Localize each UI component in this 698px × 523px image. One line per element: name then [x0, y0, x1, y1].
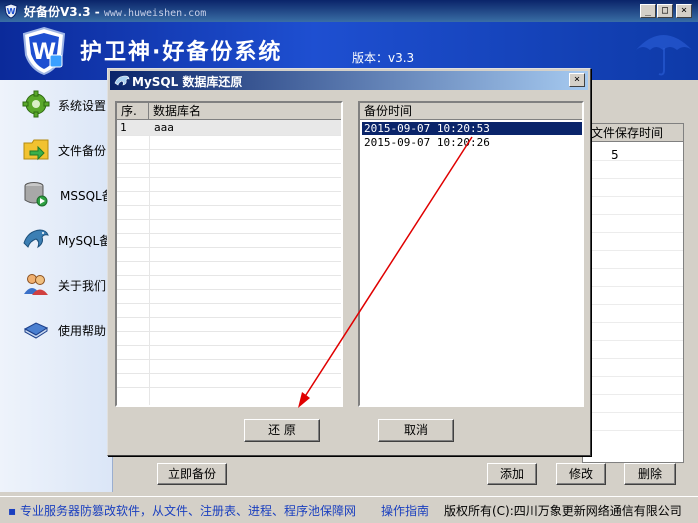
maximize-button[interactable]: □ — [657, 4, 673, 18]
sidebar-item-label: 关于我们 — [58, 279, 107, 293]
mysql-restore-dialog: MySQL 数据库还原 × 序. 数据库名 1 aaa 备份时间 2015-09… — [107, 68, 591, 456]
delete-button[interactable]: 删除 — [624, 463, 676, 485]
sidebar-item-about[interactable]: 关于我们 — [0, 264, 112, 304]
window-title: 好备份V3.3 - www.huweishen.com — [24, 5, 207, 19]
version-label: 版本：v3.3 — [352, 51, 415, 65]
folder-icon — [23, 139, 49, 161]
backup-time-row[interactable]: 2015-09-07 10:20:26 — [364, 136, 490, 149]
users-icon — [24, 274, 48, 295]
promo-text: ▪ 专业服务器防篡改软件，从文件、注册表、进程、程序池保障网 — [8, 504, 356, 518]
sidebar: 系统设置 文件备份 MSSQL备份 MySQL备份 关于我们 使用帮助 — [0, 80, 126, 492]
gear-icon — [22, 90, 50, 118]
title-bar[interactable]: W 好备份V3.3 - www.huweishen.com _ □ × — [0, 0, 698, 22]
sidebar-item-help[interactable]: 使用帮助 — [0, 309, 112, 349]
column-header-db-name[interactable]: 数据库名 — [149, 103, 341, 120]
dolphin-icon — [23, 229, 49, 249]
cancel-button[interactable]: 取消 — [378, 419, 454, 442]
dialog-title-bar[interactable]: MySQL 数据库还原 × — [110, 71, 588, 90]
sidebar-item-label: 文件备份 — [58, 144, 107, 158]
database-icon — [24, 182, 48, 207]
edit-button[interactable]: 修改 — [556, 463, 606, 485]
sidebar-item-mysql-backup[interactable]: MySQL备份 — [0, 219, 123, 259]
sidebar-item-settings[interactable]: 系统设置 — [0, 84, 112, 124]
add-button[interactable]: 添加 — [487, 463, 537, 485]
app-shield-icon: W — [4, 3, 18, 19]
copyright-text: 版权所有(C):四川万象更新网络通信有限公司 — [444, 504, 682, 518]
sidebar-item-file-backup[interactable]: 文件备份 — [0, 129, 112, 169]
minimize-button[interactable]: _ — [640, 4, 656, 18]
database-list[interactable]: 序. 数据库名 1 aaa — [115, 101, 343, 407]
backup-time-row[interactable]: 2015-09-07 10:20:53 — [364, 122, 490, 135]
book-icon — [23, 322, 49, 339]
shield-logo-icon: W — [22, 26, 66, 76]
list-column-header: 文件保存时间 — [583, 124, 683, 142]
backup-time-list[interactable]: 备份时间 2015-09-07 10:20:53 2015-09-07 10:2… — [358, 101, 584, 407]
sidebar-item-label: 系统设置 — [58, 99, 107, 113]
db-row-index: 1 — [120, 121, 127, 134]
dialog-close-button[interactable]: × — [569, 73, 585, 87]
guide-link[interactable]: 操作指南 — [381, 502, 429, 519]
backup-now-button[interactable]: 立即备份 — [157, 463, 227, 485]
backup-task-list[interactable]: 文件保存时间 5 — [582, 123, 684, 463]
svg-text:W: W — [7, 7, 16, 16]
dialog-title: MySQL 数据库还原 — [132, 75, 243, 89]
umbrella-icon — [636, 35, 692, 76]
app-title: 护卫神·好备份系统 — [80, 40, 283, 65]
dolphin-icon — [114, 75, 130, 86]
sidebar-item-label: 使用帮助 — [58, 324, 107, 338]
column-header-index[interactable]: 序. — [117, 103, 149, 120]
restore-button[interactable]: 还 原 — [244, 419, 320, 442]
column-header-backup-time[interactable]: 备份时间 — [360, 103, 582, 120]
table-row[interactable] — [117, 120, 341, 135]
status-bar: ▪ 专业服务器防篡改软件，从文件、注册表、进程、程序池保障网 操作指南 版权所有… — [0, 496, 698, 523]
app-window: W 好备份V3.3 - www.huweishen.com _ □ × W 护卫… — [0, 0, 698, 523]
close-button[interactable]: × — [676, 4, 692, 18]
sidebar-item-mssql-backup[interactable]: MSSQL备份 — [0, 174, 126, 214]
db-row-name: aaa — [154, 121, 174, 134]
